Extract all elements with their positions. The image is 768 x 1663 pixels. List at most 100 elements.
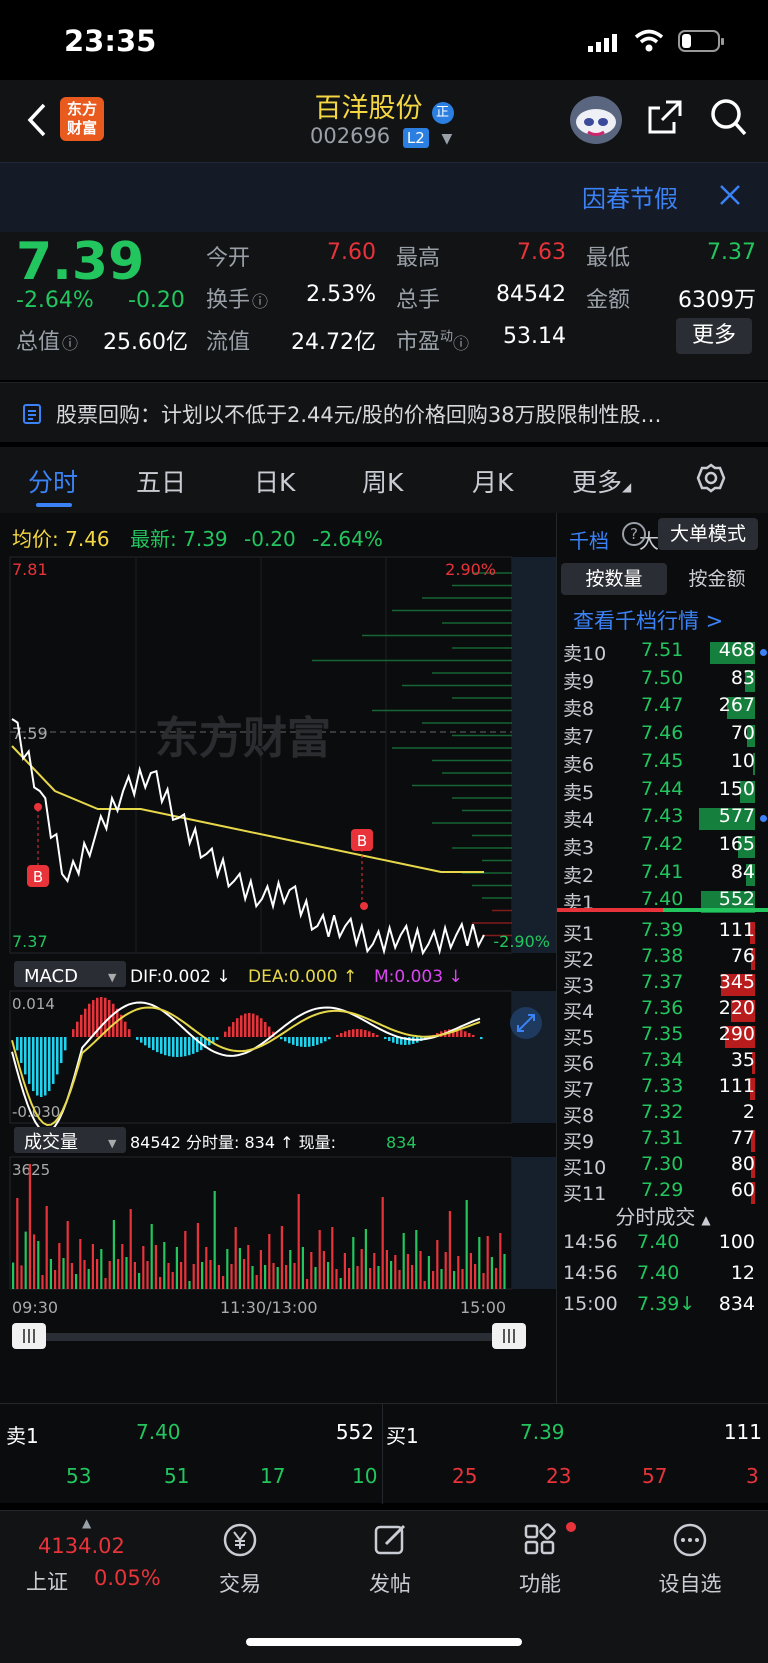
grid-icon	[524, 1523, 556, 1555]
code-row[interactable]: 002696 L2 ▼	[310, 124, 452, 148]
volume-bar	[226, 1249, 229, 1289]
nav-post[interactable]: 发帖	[330, 1520, 450, 1598]
stock-name[interactable]: 百洋股份	[314, 93, 422, 124]
intraday-chart-area[interactable]: 均价: 7.46 最新: 7.39 -0.20 -2.64% 东方财富 7.81…	[0, 513, 556, 1403]
macd-title: MACD	[24, 966, 78, 987]
ask-row[interactable]: 卖9 7.50 83	[557, 667, 768, 694]
volume-bar	[293, 1263, 296, 1289]
ask-price: 7.47	[641, 694, 684, 717]
tab-monthly-k[interactable]: 月K	[472, 463, 513, 499]
macd-bar	[140, 1037, 143, 1043]
macd-bar	[364, 1030, 367, 1037]
bid-row[interactable]: 买9 7.31 77	[557, 1127, 768, 1154]
index-ticker[interactable]: ▲ 4134.02 上证 0.05%	[14, 1516, 164, 1596]
volume-bar	[117, 1259, 120, 1289]
bid-row[interactable]: 买1 7.39 111	[557, 919, 768, 946]
macd-bar	[160, 1037, 163, 1054]
sell1-volume: 552	[335, 1420, 374, 1444]
close-icon[interactable]	[718, 183, 742, 207]
ask-row[interactable]: 卖2 7.41 84	[557, 861, 768, 888]
trades-title[interactable]: 分时成交 ▲	[557, 1201, 768, 1230]
buy-queue-1: 25	[452, 1464, 478, 1488]
low-value: 7.37	[707, 240, 756, 265]
volume-bar	[423, 1281, 426, 1289]
volume-bar	[310, 1252, 313, 1289]
bid-row[interactable]: 买4 7.36 220	[557, 997, 768, 1024]
ask-price: 7.40	[641, 888, 684, 911]
pct-top-label: 2.90%	[445, 560, 496, 579]
bid-row[interactable]: 买5 7.35 290	[557, 1023, 768, 1050]
tab-thousand-levels[interactable]: 千档	[569, 525, 609, 554]
tab-more[interactable]: 更多◢	[572, 463, 631, 499]
macd-bar	[288, 1037, 291, 1044]
bid-row[interactable]: 买7 7.33 111	[557, 1075, 768, 1102]
bid-volume: 76	[730, 945, 755, 967]
ask-row[interactable]: 卖8 7.47 267	[557, 694, 768, 721]
high-value: 7.63	[517, 240, 566, 265]
bid-row[interactable]: 买3 7.37 345	[557, 971, 768, 998]
ask-level-label: 卖7	[563, 726, 595, 749]
volume-bar	[289, 1250, 292, 1289]
macd-bar	[148, 1037, 151, 1048]
order-book-panel: 千档 大单 分价 按数量 按金额 查看千档行情 > 卖107.51468卖97.…	[556, 513, 768, 1403]
macd-bar	[460, 1030, 463, 1037]
volume-bar	[196, 1223, 199, 1289]
bid-row[interactable]: 买10 7.30 80	[557, 1153, 768, 1180]
ask-row[interactable]: 卖4 7.43 577	[557, 805, 768, 832]
large-order-mode-button[interactable]: 大单模式	[658, 518, 758, 550]
macd-bar	[240, 1015, 243, 1037]
subtab-by-amount[interactable]: 按金额	[669, 563, 765, 595]
nav-add-watchlist[interactable]: 设自选	[630, 1520, 750, 1598]
ask-volume: 577	[718, 805, 755, 828]
volume-bar	[133, 1262, 136, 1289]
volume-bar	[339, 1278, 342, 1289]
volume-bar	[24, 1231, 27, 1289]
macd-bar	[324, 1037, 327, 1042]
help-circle-icon[interactable]: ?	[622, 522, 646, 546]
tab-intraday[interactable]: 分时	[28, 463, 78, 499]
bid-row[interactable]: 买2 7.38 76	[557, 945, 768, 972]
buy-marker-1: B	[27, 803, 49, 887]
share-icon[interactable]	[646, 98, 684, 136]
view-thousand-levels-link[interactable]: 查看千档行情 >	[573, 605, 723, 635]
search-icon[interactable]	[710, 98, 748, 138]
announcement-bar[interactable]: 股票回购：计划以不低于2.44元/股的价格回购38万股限制性股…	[0, 382, 768, 442]
volume-bar	[222, 1276, 225, 1289]
macd-bar	[152, 1037, 155, 1051]
subtab-by-quantity[interactable]: 按数量	[561, 563, 667, 595]
more-button[interactable]: 更多	[676, 318, 752, 354]
tab-daily-k[interactable]: 日K	[254, 463, 295, 499]
volume-bar	[234, 1227, 237, 1289]
holiday-notice-bar[interactable]: 因春节假	[0, 162, 768, 232]
bid-row[interactable]: 买8 7.32 2	[557, 1101, 768, 1128]
tab-weekly-k[interactable]: 周K	[362, 463, 403, 499]
volume-bar	[478, 1237, 481, 1289]
settings-gear-icon[interactable]	[696, 463, 726, 493]
macd-bar	[296, 1037, 299, 1047]
bid-row[interactable]: 买6 7.34 35	[557, 1049, 768, 1076]
ask-row[interactable]: 卖6 7.45 10	[557, 750, 768, 777]
ask-row[interactable]: 卖10 7.51 468	[557, 639, 768, 666]
macd-bar	[340, 1033, 343, 1037]
tab-five-day[interactable]: 五日	[136, 463, 186, 499]
ask-row[interactable]: 卖5 7.44 150	[557, 778, 768, 805]
robot-avatar-icon[interactable]	[568, 92, 624, 146]
bid-level-label: 买10	[563, 1157, 607, 1179]
macd-bar	[128, 1029, 131, 1037]
volume-bar	[297, 1194, 300, 1289]
nav-functions[interactable]: 功能	[480, 1520, 600, 1598]
macd-bar	[40, 1037, 43, 1097]
volume-bar	[150, 1224, 153, 1289]
nav-trade[interactable]: 交易	[180, 1520, 300, 1598]
macd-bar	[48, 1037, 51, 1092]
macd-bar	[80, 1014, 83, 1037]
ask-row[interactable]: 卖7 7.46 70	[557, 722, 768, 749]
stock-header: 东方 财富 百洋股份 正 002696 L2 ▼	[0, 80, 768, 162]
quote-panel: 7.39 -2.64% -0.20 今开 7.60 最高 7.63 最低 7.3…	[0, 232, 768, 380]
total-cap-value: 25.60亿	[103, 330, 188, 355]
volume-bar	[436, 1240, 439, 1289]
ask-row[interactable]: 卖3 7.42 165	[557, 833, 768, 860]
ask-price: 7.41	[641, 860, 684, 883]
ask-volume: 10	[730, 749, 755, 772]
macd-panel: MACD ▼ DIF:0.002 ↓ DEA:0.000 ↑ M:0.003 ↓…	[9, 957, 556, 1134]
